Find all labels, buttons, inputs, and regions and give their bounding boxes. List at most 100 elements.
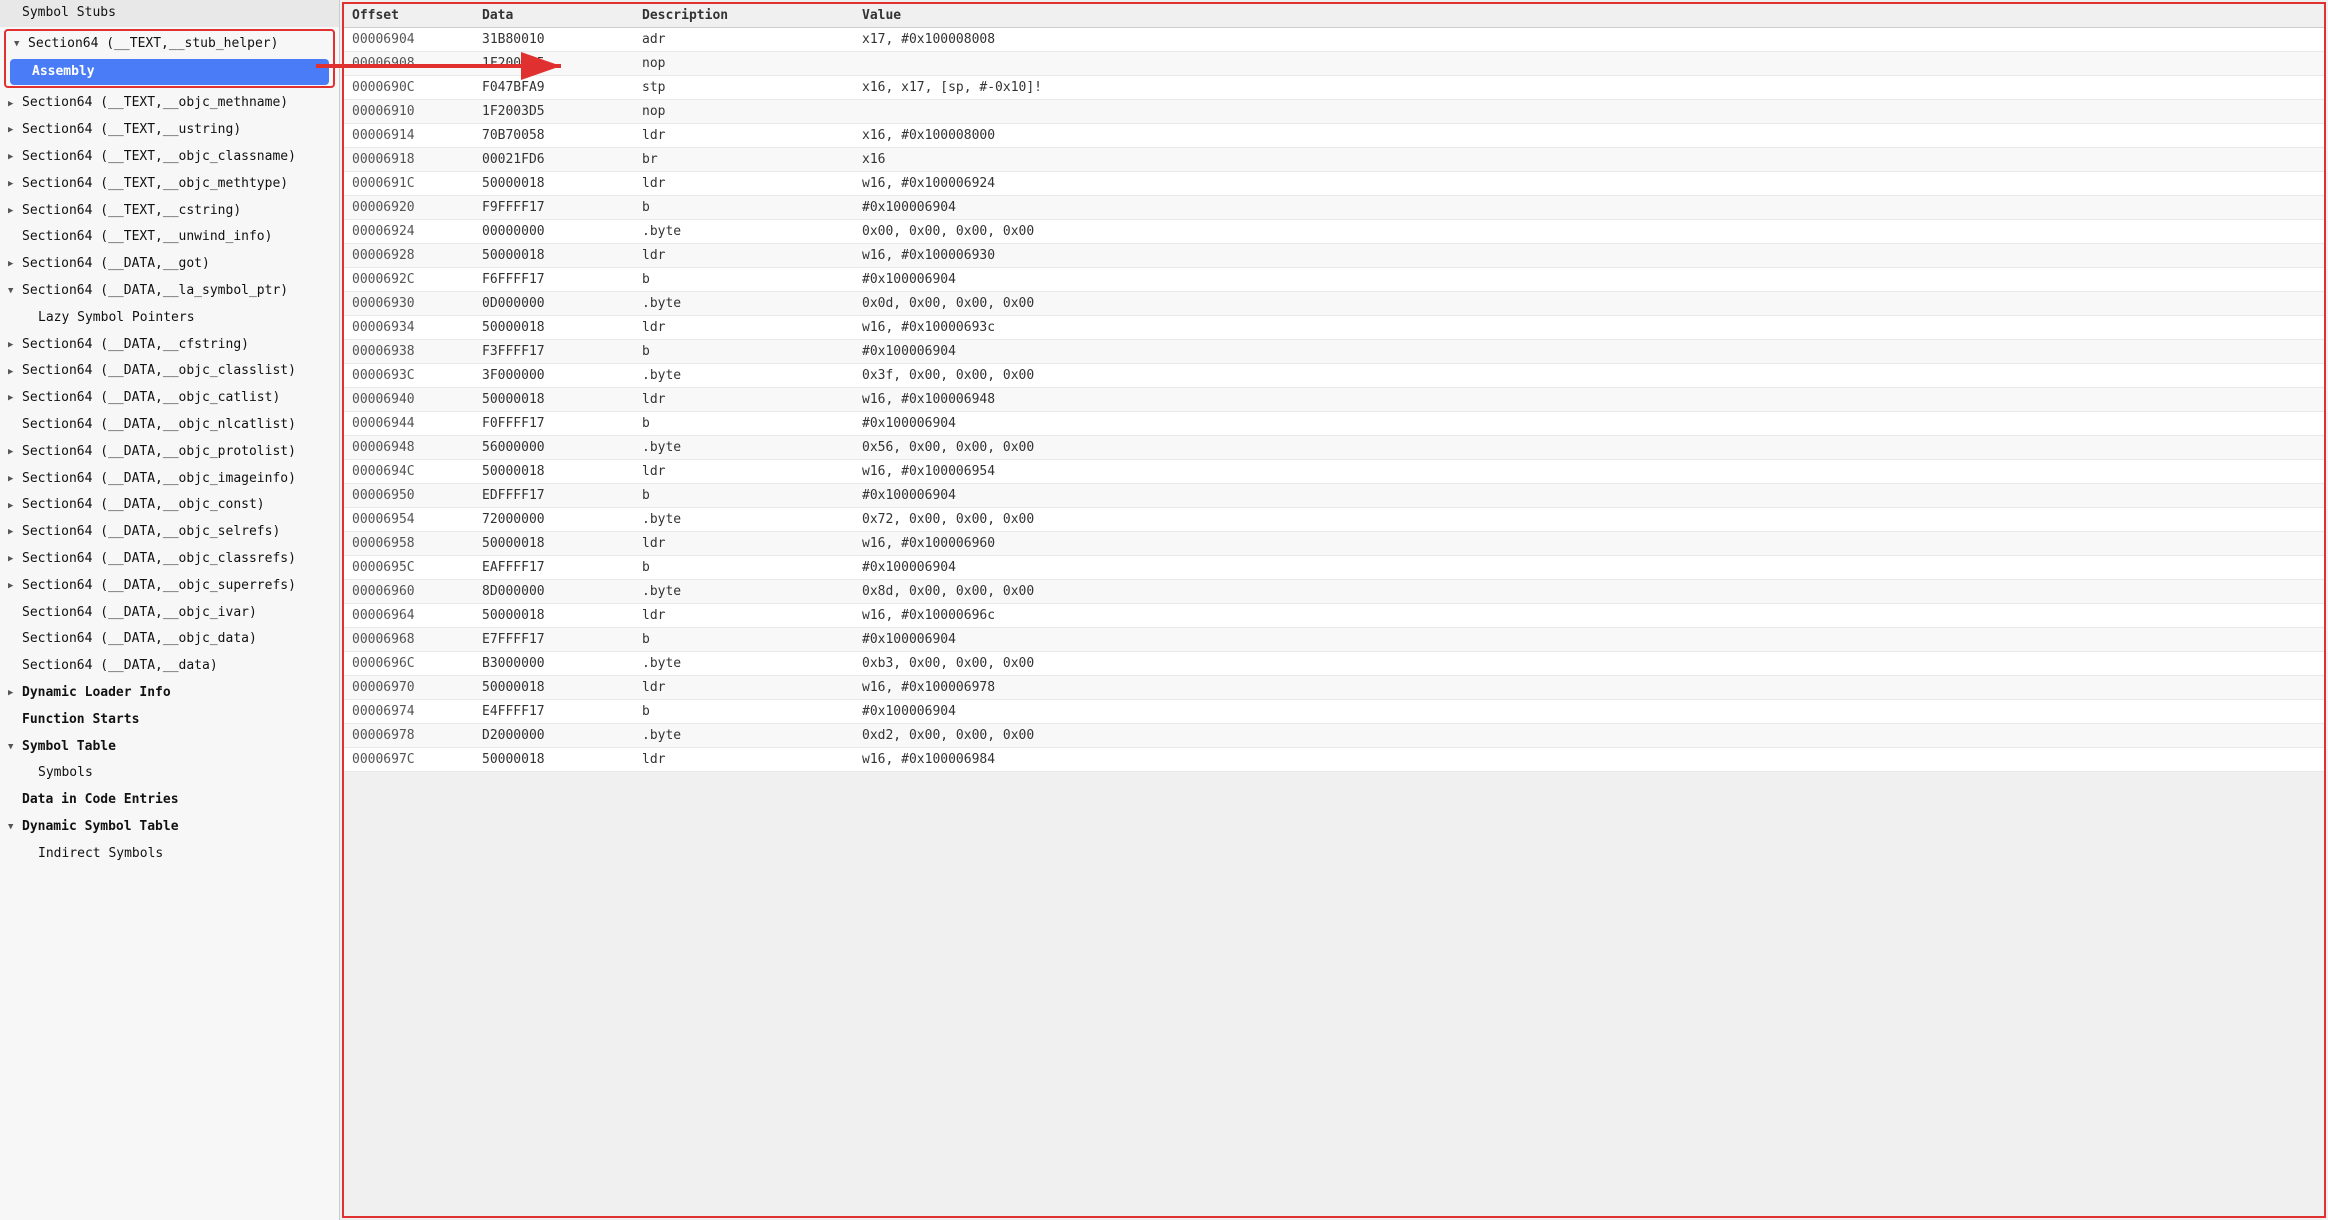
triangle-icon <box>8 284 20 298</box>
table-row[interactable]: 0000691800021FD6brx16 <box>344 148 2324 172</box>
sidebar-item-section64-cstring[interactable]: Section64 (__TEXT,__cstring) <box>0 198 339 225</box>
sidebar-item-section64-imageinfo[interactable]: Section64 (__DATA,__objc_imageinfo) <box>0 466 339 493</box>
table-row[interactable]: 000069300D000000.byte0x0d, 0x00, 0x00, 0… <box>344 292 2324 316</box>
table-row[interactable]: 0000690CF047BFA9stpx16, x17, [sp, #-0x10… <box>344 76 2324 100</box>
table-row[interactable]: 0000690431B80010adrx17, #0x100008008 <box>344 28 2324 52</box>
cell-offset: 00006960 <box>352 584 482 599</box>
sidebar-item-label: Section64 (__TEXT,__objc_methname) <box>22 93 288 114</box>
cell-value: 0x56, 0x00, 0x00, 0x00 <box>862 440 2316 455</box>
cell-value: #0x100006904 <box>862 488 2316 503</box>
sidebar-item-dynamic-symbol-table[interactable]: Dynamic Symbol Table <box>0 814 339 841</box>
sidebar-item-section64-cfstring[interactable]: Section64 (__DATA,__cfstring) <box>0 332 339 359</box>
sidebar[interactable]: Symbol Stubs Section64 (__TEXT,__stub_hel… <box>0 0 340 1220</box>
sidebar-item-section64-data[interactable]: Section64 (__DATA,__objc_data) <box>0 626 339 653</box>
cell-desc: ldr <box>642 680 862 695</box>
table-row[interactable]: 00006938F3FFFF17b#0x100006904 <box>344 340 2324 364</box>
table-row[interactable]: 0000693450000018ldrw16, #0x10000693c <box>344 316 2324 340</box>
sidebar-item-data-in-code[interactable]: Data in Code Entries <box>0 787 339 814</box>
cell-offset: 0000696C <box>352 656 482 671</box>
sidebar-item-section64-methtype[interactable]: Section64 (__TEXT,__objc_methtype) <box>0 171 339 198</box>
sidebar-item-section64-la-symbol[interactable]: Section64 (__DATA,__la_symbol_ptr) <box>0 278 339 305</box>
sidebar-item-indirect-symbols[interactable]: Indirect Symbols <box>0 841 339 868</box>
sidebar-item-symbols[interactable]: Symbols <box>0 760 339 787</box>
sidebar-item-assembly[interactable]: Assembly <box>10 59 329 86</box>
cell-offset: 00006964 <box>352 608 482 623</box>
table-row[interactable]: 00006950EDFFFF17b#0x100006904 <box>344 484 2324 508</box>
table-row[interactable]: 0000696450000018ldrw16, #0x10000696c <box>344 604 2324 628</box>
cell-desc: b <box>642 632 862 647</box>
table-row[interactable]: 000069608D000000.byte0x8d, 0x00, 0x00, 0… <box>344 580 2324 604</box>
cell-value: #0x100006904 <box>862 200 2316 215</box>
table-body[interactable]: 0000690431B80010adrx17, #0x1000080080000… <box>344 28 2324 1216</box>
table-row[interactable]: 00006968E7FFFF17b#0x100006904 <box>344 628 2324 652</box>
table-row[interactable]: 000069101F2003D5nop <box>344 100 2324 124</box>
cell-value: 0x00, 0x00, 0x00, 0x00 <box>862 224 2316 239</box>
triangle-icon <box>8 525 20 539</box>
table-row[interactable]: 0000697050000018ldrw16, #0x100006978 <box>344 676 2324 700</box>
cell-value: x16, x17, [sp, #-0x10]! <box>862 80 2316 95</box>
main-panel: Offset Data Description Value 0000690431… <box>342 2 2326 1218</box>
sidebar-item-section64-nlcatlist[interactable]: Section64 (__DATA,__objc_nlcatlist) <box>0 412 339 439</box>
sidebar-item-section64-classlist[interactable]: Section64 (__DATA,__objc_classlist) <box>0 358 339 385</box>
table-row[interactable]: 0000695472000000.byte0x72, 0x00, 0x00, 0… <box>344 508 2324 532</box>
table-row[interactable]: 00006974E4FFFF17b#0x100006904 <box>344 700 2324 724</box>
triangle-icon <box>8 365 20 379</box>
sidebar-item-section64-ivar[interactable]: Section64 (__DATA,__objc_ivar) <box>0 600 339 627</box>
cell-desc: b <box>642 488 862 503</box>
cell-value: w16, #0x100006984 <box>862 752 2316 767</box>
sidebar-item-section64-const[interactable]: Section64 (__DATA,__objc_const) <box>0 492 339 519</box>
table-row[interactable]: 0000694C50000018ldrw16, #0x100006954 <box>344 460 2324 484</box>
sidebar-item-section64-superrefs[interactable]: Section64 (__DATA,__objc_superrefs) <box>0 573 339 600</box>
cell-desc: b <box>642 416 862 431</box>
cell-desc: .byte <box>642 224 862 239</box>
cell-offset: 00006948 <box>352 440 482 455</box>
sidebar-item-section64-stub-helper[interactable]: Section64 (__TEXT,__stub_helper) <box>6 31 333 58</box>
sidebar-item-function-starts[interactable]: Function Starts <box>0 707 339 734</box>
cell-data: F047BFA9 <box>482 80 642 95</box>
sidebar-item-section64-got[interactable]: Section64 (__DATA,__got) <box>0 251 339 278</box>
table-row[interactable]: 0000691470B70058ldrx16, #0x100008000 <box>344 124 2324 148</box>
cell-offset: 0000691C <box>352 176 482 191</box>
sidebar-item-section64-unwind[interactable]: Section64 (__TEXT,__unwind_info) <box>0 224 339 251</box>
sidebar-item-section64-ustring[interactable]: Section64 (__TEXT,__ustring) <box>0 117 339 144</box>
table-row[interactable]: 00006920F9FFFF17b#0x100006904 <box>344 196 2324 220</box>
sidebar-item-section64-catlist[interactable]: Section64 (__DATA,__objc_catlist) <box>0 385 339 412</box>
sidebar-item-label: Dynamic Symbol Table <box>22 817 179 838</box>
table-row[interactable]: 0000695CEAFFFF17b#0x100006904 <box>344 556 2324 580</box>
table-row[interactable]: 0000693C3F000000.byte0x3f, 0x00, 0x00, 0… <box>344 364 2324 388</box>
sidebar-item-label: Section64 (__DATA,__objc_catlist) <box>22 388 280 409</box>
table-row[interactable]: 00006944F0FFFF17b#0x100006904 <box>344 412 2324 436</box>
sidebar-item-symbol-table[interactable]: Symbol Table <box>0 734 339 761</box>
triangle-icon <box>8 338 20 352</box>
table-row[interactable]: 0000695850000018ldrw16, #0x100006960 <box>344 532 2324 556</box>
cell-offset: 00006930 <box>352 296 482 311</box>
cell-desc: b <box>642 560 862 575</box>
table-row[interactable]: 0000692400000000.byte0x00, 0x00, 0x00, 0… <box>344 220 2324 244</box>
sidebar-item-section64-classname[interactable]: Section64 (__TEXT,__objc_classname) <box>0 144 339 171</box>
table-row[interactable]: 0000691C50000018ldrw16, #0x100006924 <box>344 172 2324 196</box>
cell-value: x16, #0x100008000 <box>862 128 2316 143</box>
cell-offset: 00006914 <box>352 128 482 143</box>
table-row[interactable]: 00006978D2000000.byte0xd2, 0x00, 0x00, 0… <box>344 724 2324 748</box>
table-row[interactable]: 000069081F2003D5nop <box>344 52 2324 76</box>
cell-desc: .byte <box>642 512 862 527</box>
sidebar-item-section64-classrefs[interactable]: Section64 (__DATA,__objc_classrefs) <box>0 546 339 573</box>
cell-desc: stp <box>642 80 862 95</box>
triangle-icon <box>8 391 20 405</box>
table-row[interactable]: 0000692CF6FFFF17b#0x100006904 <box>344 268 2324 292</box>
sidebar-item-section64-selrefs[interactable]: Section64 (__DATA,__objc_selrefs) <box>0 519 339 546</box>
sidebar-item-lazy-symbol-pointers[interactable]: Lazy Symbol Pointers <box>0 305 339 332</box>
sidebar-item-section64-protolist[interactable]: Section64 (__DATA,__objc_protolist) <box>0 439 339 466</box>
sidebar-item-section64-methname[interactable]: Section64 (__TEXT,__objc_methname) <box>0 90 339 117</box>
sidebar-item-section64-data2[interactable]: Section64 (__DATA,__data) <box>0 653 339 680</box>
table-row[interactable]: 0000696CB3000000.byte0xb3, 0x00, 0x00, 0… <box>344 652 2324 676</box>
table-row[interactable]: 0000692850000018ldrw16, #0x100006930 <box>344 244 2324 268</box>
table-row[interactable]: 0000694856000000.byte0x56, 0x00, 0x00, 0… <box>344 436 2324 460</box>
cell-offset: 00006904 <box>352 32 482 47</box>
cell-offset: 00006920 <box>352 200 482 215</box>
sidebar-item-label: Section64 (__DATA,__got) <box>22 254 210 275</box>
table-row[interactable]: 0000694050000018ldrw16, #0x100006948 <box>344 388 2324 412</box>
sidebar-item-dynamic-loader[interactable]: Dynamic Loader Info <box>0 680 339 707</box>
sidebar-item-symbol-stubs[interactable]: Symbol Stubs <box>0 0 339 27</box>
table-row[interactable]: 0000697C50000018ldrw16, #0x100006984 <box>344 748 2324 772</box>
